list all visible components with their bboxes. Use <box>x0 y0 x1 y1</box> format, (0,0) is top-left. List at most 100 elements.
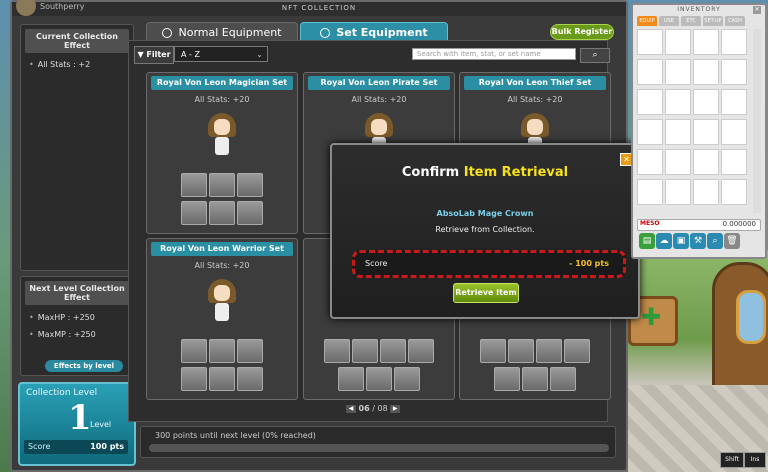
equip-slot[interactable] <box>237 367 263 391</box>
inventory-slot[interactable] <box>693 89 719 115</box>
inventory-slot[interactable] <box>637 149 663 175</box>
inventory-slot[interactable] <box>637 179 663 205</box>
inventory-window: INVENTORY ✕ EQUIP USE ETC SET-UP CASH ME… <box>631 3 767 259</box>
scrollbar[interactable] <box>753 29 761 213</box>
next-level-header: Next Level Collection Effect <box>25 281 129 305</box>
inventory-slot[interactable] <box>721 89 747 115</box>
cloud-icon[interactable]: ☁ <box>656 233 672 249</box>
equip-slot[interactable] <box>181 367 207 391</box>
inventory-slot[interactable] <box>665 89 691 115</box>
collection-level-number: 1 <box>68 398 92 438</box>
equip-slot[interactable] <box>181 339 207 363</box>
equip-slot[interactable] <box>237 201 263 225</box>
inventory-slot[interactable] <box>637 119 663 145</box>
equip-slot[interactable] <box>366 367 392 391</box>
equip-slot[interactable] <box>536 339 562 363</box>
equip-slot[interactable] <box>508 339 534 363</box>
inventory-tab[interactable]: USE <box>659 16 679 26</box>
tab-label: Set Equipment <box>336 26 428 39</box>
inventory-slot[interactable] <box>721 149 747 175</box>
next-page-icon[interactable]: ▶ <box>390 404 401 413</box>
equip-slot[interactable] <box>209 201 235 225</box>
close-icon[interactable]: ✕ <box>753 6 761 14</box>
equip-slot[interactable] <box>338 367 364 391</box>
retrieve-item-button[interactable]: Retrieve Item <box>453 283 519 303</box>
inventory-slot[interactable] <box>693 179 719 205</box>
inventory-slot[interactable] <box>665 149 691 175</box>
equip-slot[interactable] <box>522 367 548 391</box>
inventory-tab[interactable]: ETC <box>681 16 701 26</box>
hammer-icon[interactable]: ⚒ <box>690 233 706 249</box>
equip-slot[interactable] <box>494 367 520 391</box>
current-effect-panel: Current Collection Effect All Stats : +2 <box>20 24 134 271</box>
filter-label: Filter <box>146 50 171 59</box>
inventory-slot[interactable] <box>721 179 747 205</box>
box-icon[interactable]: ▣ <box>673 233 689 249</box>
set-card[interactable]: Royal Von Leon Magician Set All Stats: +… <box>146 72 298 234</box>
inventory-slot[interactable] <box>693 59 719 85</box>
inventory-slot[interactable] <box>693 119 719 145</box>
inventory-slot[interactable] <box>665 179 691 205</box>
inventory-slot[interactable] <box>665 29 691 55</box>
equip-slot[interactable] <box>181 201 207 225</box>
filter-button[interactable]: ▼ Filter <box>134 46 174 64</box>
next-effect-item: MaxMP : +250 <box>21 326 133 343</box>
radio-icon <box>162 28 173 38</box>
bulk-register-button[interactable]: Bulk Register <box>550 24 614 40</box>
slot-row <box>460 339 610 366</box>
equip-slot[interactable] <box>237 173 263 197</box>
inventory-slot[interactable] <box>721 119 747 145</box>
page-separator: / <box>372 404 375 413</box>
prev-page-icon[interactable]: ◀ <box>346 404 356 413</box>
equip-slot[interactable] <box>324 339 350 363</box>
search-button[interactable]: ⌕ <box>580 48 610 63</box>
sort-icon[interactable]: ▤ <box>639 233 655 249</box>
equip-slot[interactable] <box>352 339 378 363</box>
inventory-slot[interactable] <box>665 119 691 145</box>
inventory-tab[interactable]: EQUIP <box>637 16 657 26</box>
meso-display: MESO 0.000000 <box>637 219 761 231</box>
set-card[interactable]: Royal Von Leon Warrior Set All Stats: +2… <box>146 238 298 400</box>
title-bar[interactable]: Southperry NFT COLLECTION <box>12 0 626 16</box>
search-input[interactable]: Search with item, stat, or set name <box>412 48 576 60</box>
cross-icon: ✚ <box>640 303 662 331</box>
equip-slot[interactable] <box>408 339 434 363</box>
inventory-slot[interactable] <box>637 29 663 55</box>
card-stat: All Stats: +20 <box>194 95 250 104</box>
inventory-tab[interactable]: CASH <box>725 16 745 26</box>
inventory-slot[interactable] <box>693 149 719 175</box>
slot-row <box>460 367 610 394</box>
equip-slot[interactable] <box>550 367 576 391</box>
magnifier-icon[interactable]: ⌕ <box>707 233 723 249</box>
next-effect-item: MaxHP : +250 <box>21 309 133 326</box>
equip-slot[interactable] <box>480 339 506 363</box>
inventory-slot[interactable] <box>637 89 663 115</box>
dialog-title: Confirm Item Retrieval <box>332 165 638 180</box>
card-title: Royal Von Leon Thief Set <box>464 76 606 90</box>
next-level-effect-panel: Next Level Collection Effect MaxHP : +25… <box>20 276 134 376</box>
equip-slot[interactable] <box>237 339 263 363</box>
equip-slot[interactable] <box>181 173 207 197</box>
inventory-slot[interactable] <box>665 59 691 85</box>
inventory-slot[interactable] <box>721 59 747 85</box>
equip-slot[interactable] <box>564 339 590 363</box>
inventory-grid <box>637 29 749 213</box>
search-icon: ⌕ <box>592 50 598 60</box>
score-cost-row: Score - 100 pts <box>352 250 626 278</box>
inventory-tab[interactable]: SET-UP <box>703 16 723 26</box>
ins-key: Ins <box>744 452 766 468</box>
trash-icon[interactable]: 🗑 <box>724 233 740 249</box>
equip-slot[interactable] <box>209 339 235 363</box>
effects-by-level-button[interactable]: Effects by level <box>45 360 123 372</box>
slot-row <box>147 201 297 228</box>
score-bar: Score 100 pts <box>24 440 128 454</box>
inventory-slot[interactable] <box>693 29 719 55</box>
equip-slot[interactable] <box>209 367 235 391</box>
card-stat: All Stats: +20 <box>351 95 407 104</box>
equip-slot[interactable] <box>209 173 235 197</box>
inventory-slot[interactable] <box>637 59 663 85</box>
inventory-slot[interactable] <box>721 29 747 55</box>
equip-slot[interactable] <box>380 339 406 363</box>
sort-select[interactable]: A - Z ⌄ <box>174 46 268 62</box>
equip-slot[interactable] <box>394 367 420 391</box>
